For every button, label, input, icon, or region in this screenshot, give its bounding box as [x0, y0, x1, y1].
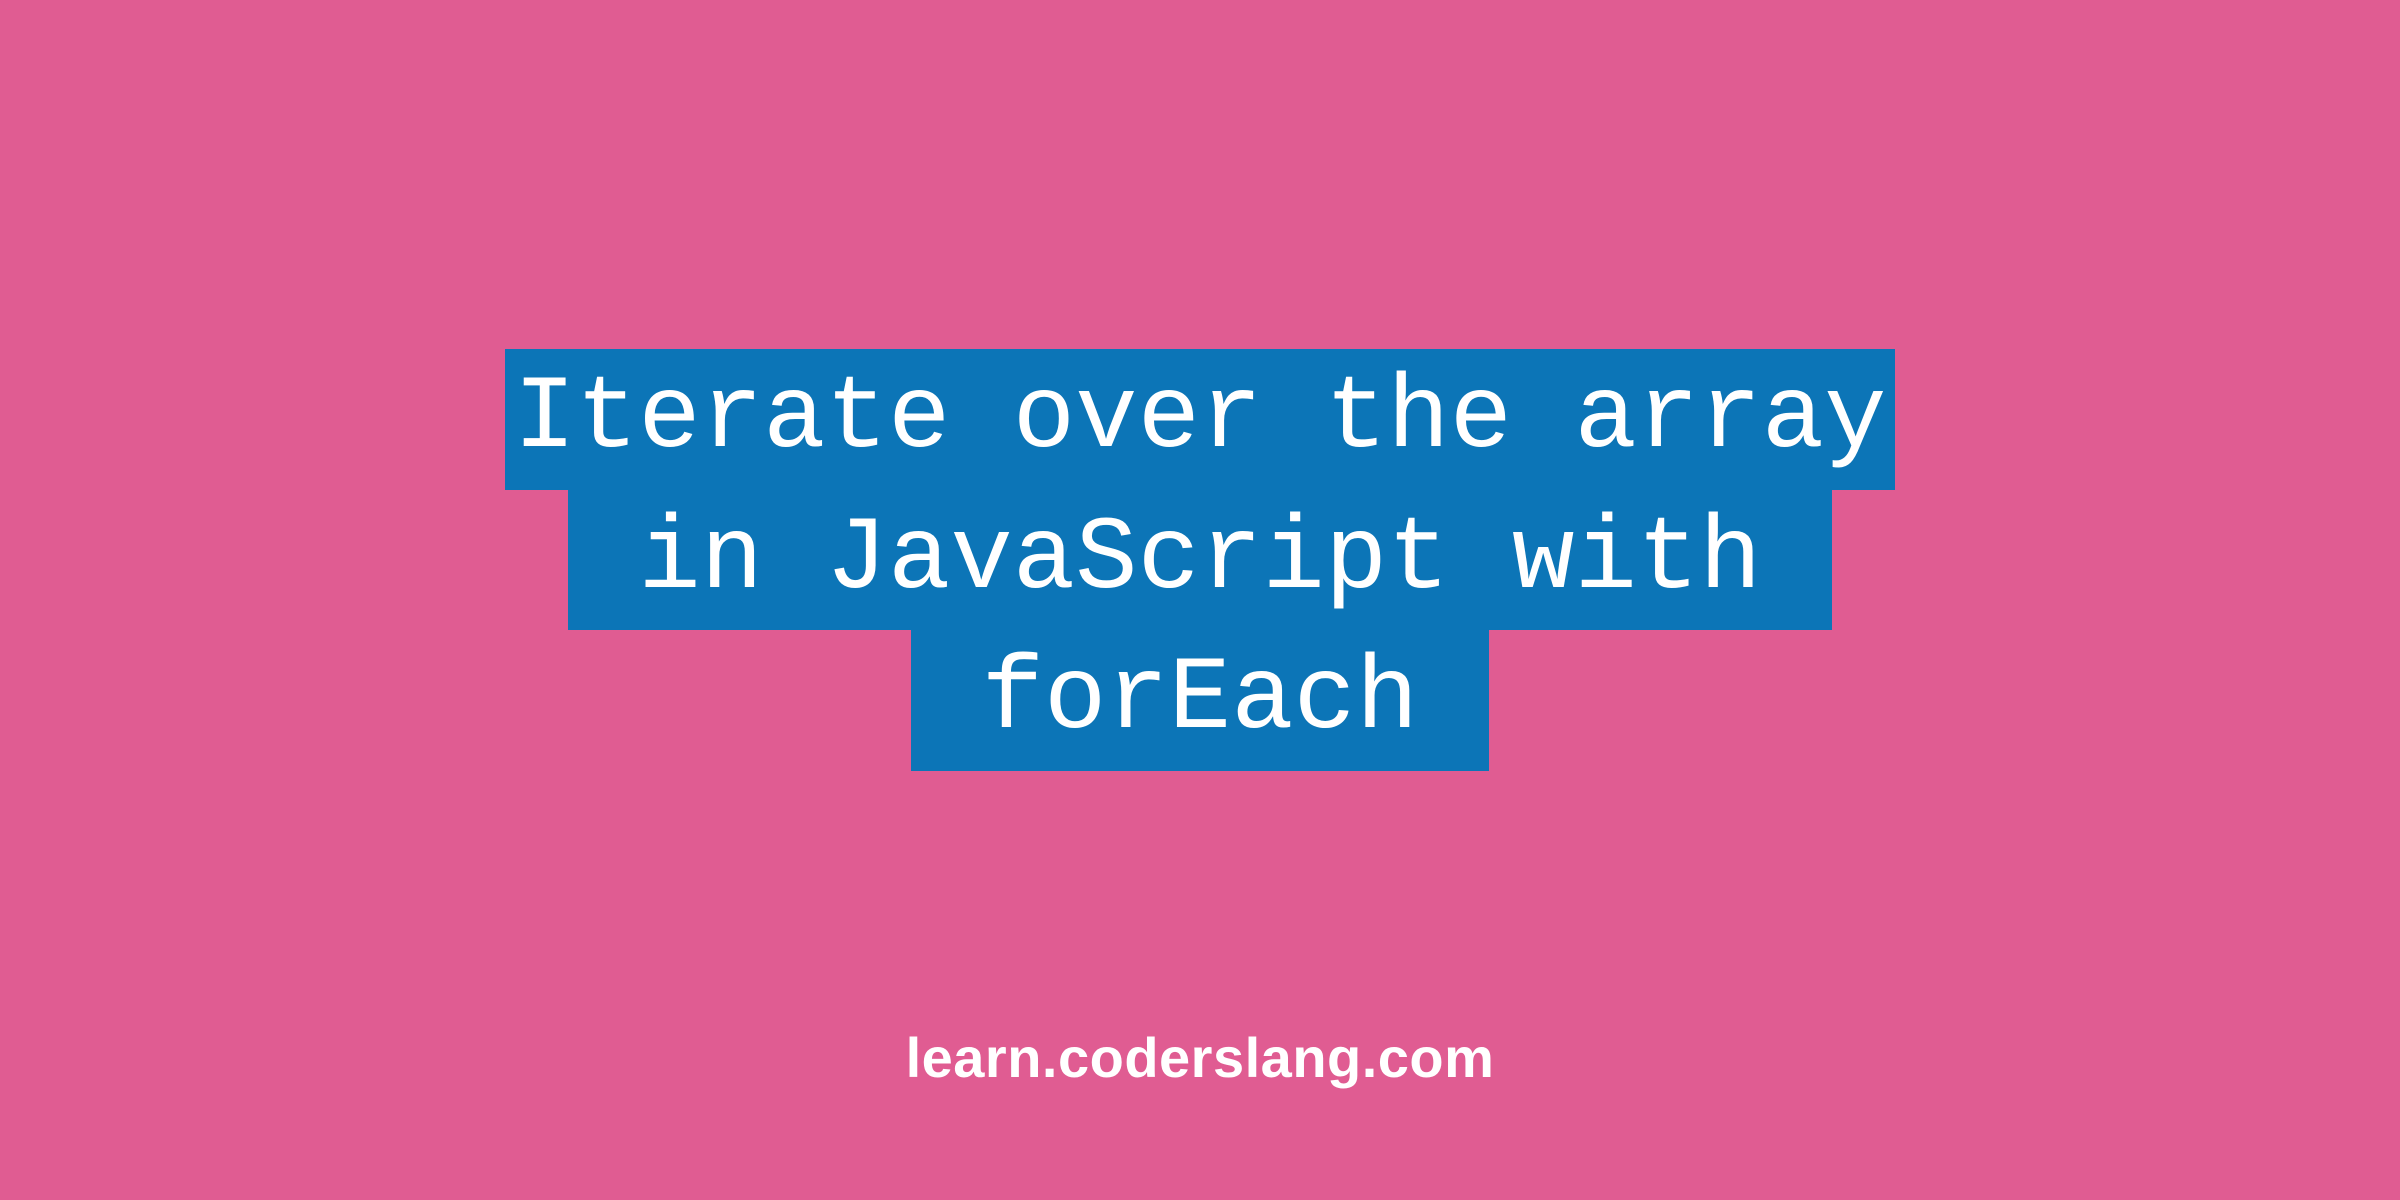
title-line-3-wrapper: forEach	[505, 630, 1894, 770]
title-line-1-wrapper: Iterate over the array	[505, 349, 1894, 489]
title-line-3: forEach	[911, 630, 1489, 770]
title-line-2: in JavaScript with	[568, 490, 1832, 630]
title-line-2-wrapper: in JavaScript with	[505, 490, 1894, 630]
footer-link: learn.coderslang.com	[906, 1025, 1495, 1090]
page-title: Iterate over the array in JavaScript wit…	[505, 349, 1894, 770]
title-line-1: Iterate over the array	[505, 349, 1894, 489]
